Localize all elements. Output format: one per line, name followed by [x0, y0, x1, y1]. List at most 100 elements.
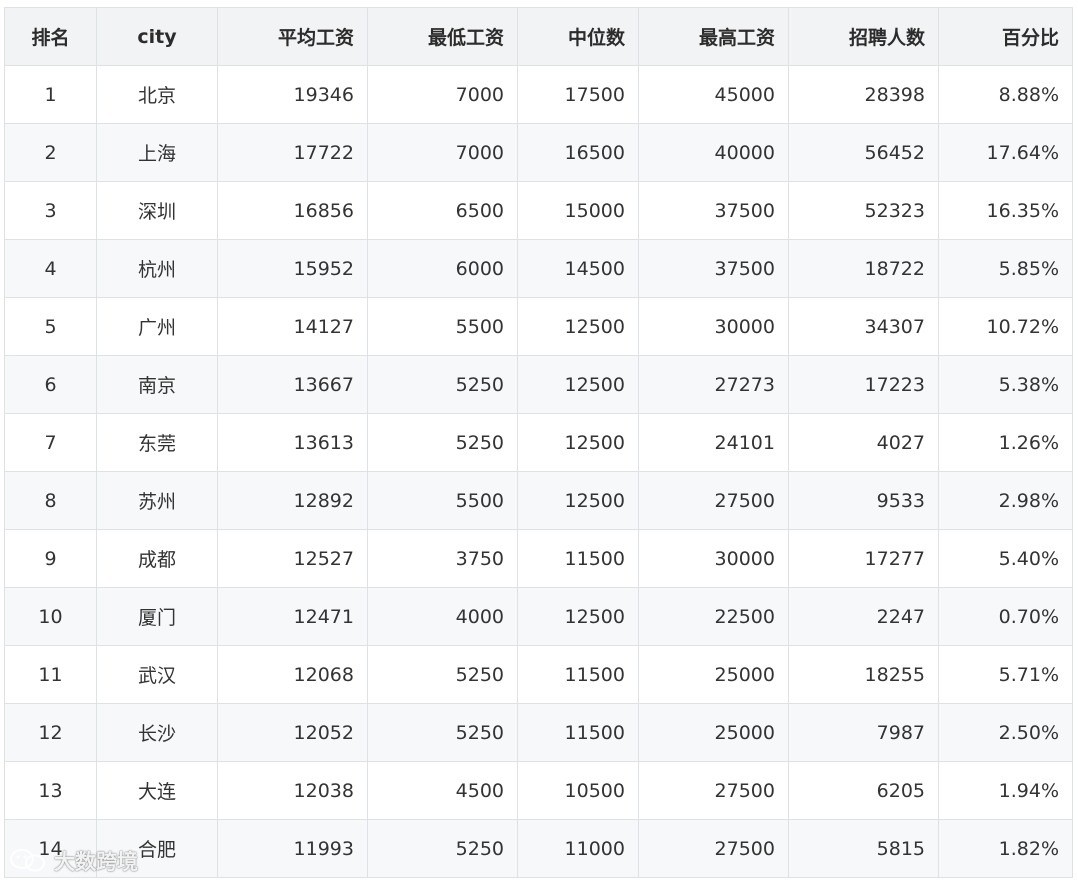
cell-min-salary: 4500 — [367, 761, 518, 820]
header-median: 中位数 — [517, 7, 639, 66]
cell-median: 10500 — [517, 761, 639, 820]
table-row: 2 上海 17722 7000 16500 40000 56452 17.64% — [4, 123, 1073, 182]
cell-hiring-count: 17277 — [788, 529, 939, 588]
cell-max-salary: 27500 — [638, 761, 789, 820]
cell-city: 武汉 — [96, 645, 218, 704]
cell-percentage: 0.70% — [938, 587, 1073, 646]
cell-avg-salary: 11993 — [217, 819, 368, 878]
cell-max-salary: 27273 — [638, 355, 789, 414]
cell-rank: 3 — [4, 181, 97, 240]
cell-avg-salary: 16856 — [217, 181, 368, 240]
cell-percentage: 2.98% — [938, 471, 1073, 530]
table-row: 4 杭州 15952 6000 14500 37500 18722 5.85% — [4, 239, 1073, 298]
cell-min-salary: 6000 — [367, 239, 518, 298]
cell-avg-salary: 14127 — [217, 297, 368, 356]
cell-avg-salary: 12068 — [217, 645, 368, 704]
cell-avg-salary: 19346 — [217, 65, 368, 124]
cell-min-salary: 7000 — [367, 65, 518, 124]
cell-percentage: 5.40% — [938, 529, 1073, 588]
cell-percentage: 5.85% — [938, 239, 1073, 298]
cell-min-salary: 6500 — [367, 181, 518, 240]
cell-percentage: 1.94% — [938, 761, 1073, 820]
cell-min-salary: 5500 — [367, 297, 518, 356]
cell-median: 12500 — [517, 355, 639, 414]
cell-min-salary: 5250 — [367, 819, 518, 878]
cell-median: 11500 — [517, 529, 639, 588]
cell-city: 南京 — [96, 355, 218, 414]
cell-city: 上海 — [96, 123, 218, 182]
cell-max-salary: 37500 — [638, 239, 789, 298]
table-row: 9 成都 12527 3750 11500 30000 17277 5.40% — [4, 529, 1073, 588]
cell-city: 杭州 — [96, 239, 218, 298]
cell-max-salary: 45000 — [638, 65, 789, 124]
cell-percentage: 16.35% — [938, 181, 1073, 240]
table-row: 10 厦门 12471 4000 12500 22500 2247 0.70% — [4, 587, 1073, 646]
cell-city: 东莞 — [96, 413, 218, 472]
cell-max-salary: 37500 — [638, 181, 789, 240]
cell-avg-salary: 12471 — [217, 587, 368, 646]
cell-max-salary: 40000 — [638, 123, 789, 182]
cell-max-salary: 30000 — [638, 529, 789, 588]
cell-median: 16500 — [517, 123, 639, 182]
table-row: 3 深圳 16856 6500 15000 37500 52323 16.35% — [4, 181, 1073, 240]
cell-hiring-count: 34307 — [788, 297, 939, 356]
cell-city: 深圳 — [96, 181, 218, 240]
cell-rank: 1 — [4, 65, 97, 124]
cell-min-salary: 5250 — [367, 645, 518, 704]
table-row: 11 武汉 12068 5250 11500 25000 18255 5.71% — [4, 645, 1073, 704]
cell-median: 15000 — [517, 181, 639, 240]
cell-city: 大连 — [96, 761, 218, 820]
cell-rank: 2 — [4, 123, 97, 182]
cell-avg-salary: 12038 — [217, 761, 368, 820]
cell-rank: 9 — [4, 529, 97, 588]
cell-rank: 10 — [4, 587, 97, 646]
cell-median: 12500 — [517, 587, 639, 646]
cell-rank: 4 — [4, 239, 97, 298]
cell-hiring-count: 6205 — [788, 761, 939, 820]
cell-city: 苏州 — [96, 471, 218, 530]
cell-median: 11500 — [517, 645, 639, 704]
cell-min-salary: 5250 — [367, 355, 518, 414]
cell-hiring-count: 52323 — [788, 181, 939, 240]
cell-hiring-count: 18255 — [788, 645, 939, 704]
cell-max-salary: 27500 — [638, 471, 789, 530]
cell-median: 11000 — [517, 819, 639, 878]
table-body: 1 北京 19346 7000 17500 45000 28398 8.88% 2 上海 17722… — [4, 65, 1073, 878]
cell-hiring-count: 5815 — [788, 819, 939, 878]
table-row: 14 合肥 11993 5250 11000 27500 5815 1.82% — [4, 819, 1073, 878]
table-row: 12 长沙 12052 5250 11500 25000 7987 2.50% — [4, 703, 1073, 762]
cell-hiring-count: 18722 — [788, 239, 939, 298]
table-header-row: 排名 city 平均工资 最低工资 中位数 最高工资 招聘人数 百分比 — [4, 7, 1073, 66]
cell-hiring-count: 28398 — [788, 65, 939, 124]
cell-hiring-count: 17223 — [788, 355, 939, 414]
cell-min-salary: 7000 — [367, 123, 518, 182]
cell-avg-salary: 12052 — [217, 703, 368, 762]
header-avg-salary: 平均工资 — [217, 7, 368, 66]
cell-rank: 12 — [4, 703, 97, 762]
cell-avg-salary: 12892 — [217, 471, 368, 530]
cell-percentage: 8.88% — [938, 65, 1073, 124]
cell-min-salary: 5250 — [367, 413, 518, 472]
cell-city: 长沙 — [96, 703, 218, 762]
cell-max-salary: 24101 — [638, 413, 789, 472]
cell-rank: 14 — [4, 819, 97, 878]
header-rank: 排名 — [4, 7, 97, 66]
cell-hiring-count: 4027 — [788, 413, 939, 472]
table-row: 13 大连 12038 4500 10500 27500 6205 1.94% — [4, 761, 1073, 820]
header-city: city — [96, 7, 218, 66]
header-percentage: 百分比 — [938, 7, 1073, 66]
cell-avg-salary: 13667 — [217, 355, 368, 414]
header-min-salary: 最低工资 — [367, 7, 518, 66]
cell-percentage: 17.64% — [938, 123, 1073, 182]
cell-avg-salary: 17722 — [217, 123, 368, 182]
cell-min-salary: 5500 — [367, 471, 518, 530]
table-row: 5 广州 14127 5500 12500 30000 34307 10.72% — [4, 297, 1073, 356]
cell-max-salary: 25000 — [638, 703, 789, 762]
cell-rank: 6 — [4, 355, 97, 414]
cell-min-salary: 3750 — [367, 529, 518, 588]
cell-percentage: 1.82% — [938, 819, 1073, 878]
cell-median: 12500 — [517, 471, 639, 530]
cell-min-salary: 5250 — [367, 703, 518, 762]
cell-rank: 11 — [4, 645, 97, 704]
table-row: 1 北京 19346 7000 17500 45000 28398 8.88% — [4, 65, 1073, 124]
